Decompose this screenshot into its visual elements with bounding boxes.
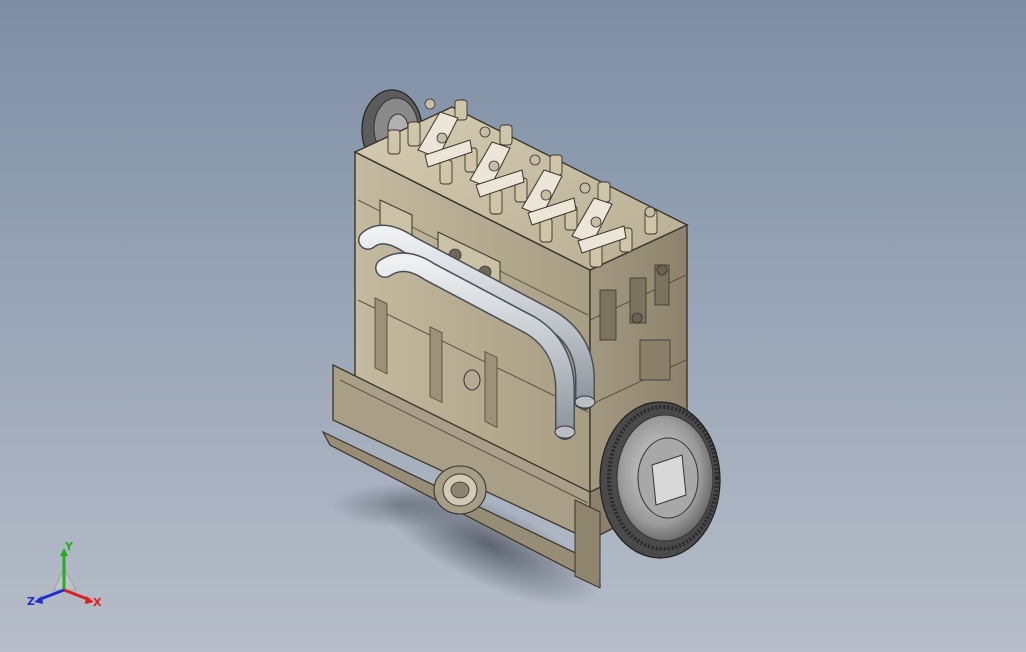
x-axis-label: X	[93, 596, 102, 609]
flywheel	[599, 401, 721, 559]
y-axis-label: Y	[64, 540, 74, 553]
z-axis-head	[34, 596, 43, 604]
front-pulley	[433, 465, 487, 515]
3d-viewport[interactable]: Y X Z	[0, 0, 1026, 652]
engine-model[interactable]	[0, 0, 1026, 652]
axis-triad: Y X Z	[27, 540, 102, 609]
z-axis-label: Z	[27, 595, 35, 608]
